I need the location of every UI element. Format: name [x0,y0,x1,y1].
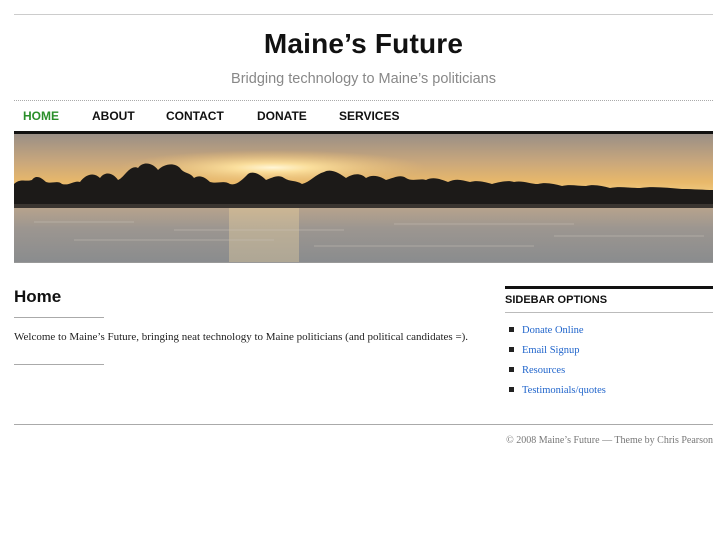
sidebar-link-resources[interactable]: Resources [522,365,565,376]
footer-text: © 2008 Maine’s Future — Theme by Chris P… [506,435,713,446]
content-divider [14,364,104,365]
top-rule [14,14,713,15]
site-tagline: Bridging technology to Maine’s politicia… [231,71,496,87]
footer-rule [14,424,713,425]
nav-about[interactable]: ABOUT [92,109,135,123]
sidebar-link-testimonials[interactable]: Testimonials/quotes [522,385,606,396]
nav-services[interactable]: SERVICES [339,109,399,123]
header-banner-image [14,134,713,263]
sidebar-item-donate-online: Donate Online [505,319,713,339]
sidebar-list: Donate Online Email Signup Resources Tes… [505,319,713,399]
square-bullet-icon [509,387,514,392]
sidebar-item-resources: Resources [505,359,713,379]
sidebar-item-testimonials: Testimonials/quotes [505,379,713,399]
nav-home[interactable]: HOME [23,109,59,123]
sunset-lake-photo [14,134,713,262]
heading-divider [14,317,104,318]
sidebar: SIDEBAR OPTIONS Donate Online Email Sign… [505,286,713,399]
site-title[interactable]: Maine’s Future [0,28,727,60]
nav-contact[interactable]: CONTACT [166,109,224,123]
main-nav: HOME ABOUT CONTACT DONATE SERVICES [14,100,713,134]
sidebar-heading: SIDEBAR OPTIONS [505,294,608,306]
welcome-text: Welcome to Maine’s Future, bringing neat… [14,331,469,343]
sidebar-divider [505,312,713,313]
page-title: Home [14,287,62,306]
sidebar-item-email-signup: Email Signup [505,339,713,359]
square-bullet-icon [509,367,514,372]
square-bullet-icon [509,327,514,332]
nav-donate[interactable]: DONATE [257,109,307,123]
square-bullet-icon [509,347,514,352]
sidebar-link-donate-online[interactable]: Donate Online [522,325,584,336]
sidebar-link-email-signup[interactable]: Email Signup [522,345,579,356]
